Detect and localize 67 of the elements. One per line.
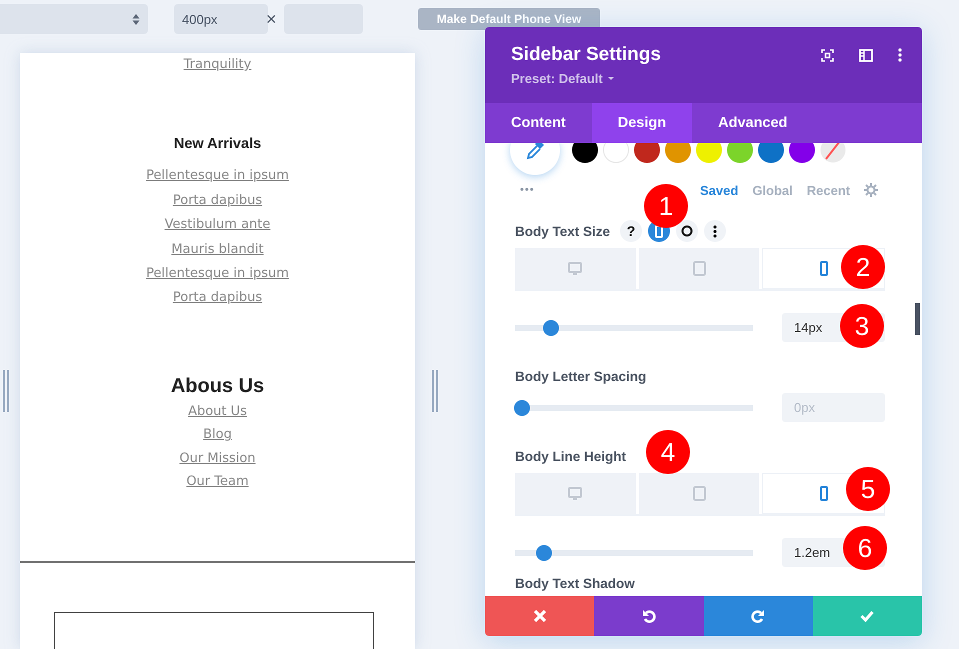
panel-title: Sidebar Settings bbox=[511, 44, 661, 66]
option-label: Body Letter Spacing bbox=[515, 368, 646, 384]
width-field[interactable]: 400px bbox=[174, 4, 268, 34]
color-swatch[interactable] bbox=[758, 143, 784, 163]
palette-tab[interactable]: Recent bbox=[806, 182, 850, 198]
color-swatch[interactable] bbox=[634, 143, 660, 163]
tab[interactable]: Advanced bbox=[692, 103, 814, 143]
tab[interactable]: Design bbox=[592, 103, 692, 143]
tablet-icon bbox=[692, 261, 706, 276]
widget-link[interactable]: Blog bbox=[203, 423, 232, 447]
widget-link[interactable]: Pellentesque in ipsum bbox=[146, 262, 289, 286]
phone-icon bbox=[820, 261, 828, 276]
focus-icon[interactable] bbox=[821, 48, 834, 62]
phone-icon bbox=[820, 486, 828, 501]
slider-thumb[interactable] bbox=[542, 320, 559, 336]
preset-dropdown[interactable]: Preset: Default bbox=[511, 71, 603, 86]
scrollbar[interactable] bbox=[915, 303, 920, 335]
widget-link[interactable]: Porta dapibus bbox=[172, 188, 262, 214]
color-swatch[interactable] bbox=[665, 143, 691, 163]
widget-link[interactable]: About Us bbox=[188, 400, 247, 424]
redo-icon bbox=[751, 609, 766, 623]
phone-icon bbox=[655, 224, 664, 238]
tablet-icon bbox=[692, 486, 706, 501]
circle-icon bbox=[681, 225, 694, 237]
check-icon bbox=[860, 609, 874, 623]
resize-handle[interactable] bbox=[3, 370, 9, 412]
palette-tab[interactable]: Saved bbox=[700, 182, 738, 198]
desktop-icon bbox=[568, 487, 582, 500]
undo-icon bbox=[642, 609, 656, 623]
widget-link[interactable]: Vestibulum ante bbox=[164, 213, 270, 238]
no-color-swatch-icon[interactable] bbox=[820, 143, 846, 163]
close-icon bbox=[532, 609, 547, 623]
footer-link[interactable]: Tranquility bbox=[184, 53, 252, 78]
palette-tab[interactable]: Global bbox=[752, 182, 793, 198]
help-button[interactable]: ? bbox=[620, 220, 642, 242]
settings-icon[interactable] bbox=[864, 183, 878, 197]
color-swatch[interactable] bbox=[789, 143, 815, 163]
color-swatch[interactable] bbox=[572, 143, 598, 163]
option-label: Body Text Shadow bbox=[515, 576, 635, 590]
sort-arrows-icon bbox=[132, 14, 140, 24]
split-view-icon[interactable] bbox=[859, 48, 873, 62]
caret-icon bbox=[608, 77, 614, 80]
times-sign: × bbox=[266, 8, 278, 30]
slider-thumb[interactable] bbox=[514, 400, 530, 416]
value-field[interactable]: 0px bbox=[782, 393, 885, 422]
desktop-icon bbox=[568, 262, 582, 275]
reset-button[interactable] bbox=[676, 220, 698, 242]
widget-link[interactable]: Mauris blandit bbox=[171, 238, 264, 262]
widget-title: Abous Us bbox=[170, 374, 264, 398]
more-icon bbox=[713, 224, 718, 238]
widget-title: New Arrivals bbox=[174, 136, 262, 152]
color-swatch[interactable] bbox=[727, 143, 753, 163]
widget-link[interactable]: Our Mission bbox=[179, 446, 256, 470]
widget-link[interactable]: Our Team bbox=[186, 470, 249, 494]
resize-handle[interactable] bbox=[432, 370, 438, 412]
slider-thumb[interactable] bbox=[536, 544, 552, 560]
widget-link[interactable]: Porta dapibus bbox=[172, 286, 262, 311]
undo-button[interactable] bbox=[594, 596, 704, 636]
tab[interactable]: Content bbox=[485, 103, 592, 143]
option-label: Body Text Size bbox=[515, 224, 610, 238]
widget-link[interactable]: Pellentesque in ipsum bbox=[146, 164, 289, 189]
more-options-button[interactable] bbox=[704, 220, 726, 242]
option-label: Body Line Height bbox=[515, 448, 626, 464]
color-swatch[interactable] bbox=[603, 143, 629, 163]
more-icon[interactable] bbox=[898, 48, 902, 62]
color-swatch[interactable] bbox=[696, 143, 722, 163]
eyedropper-icon bbox=[526, 143, 544, 160]
